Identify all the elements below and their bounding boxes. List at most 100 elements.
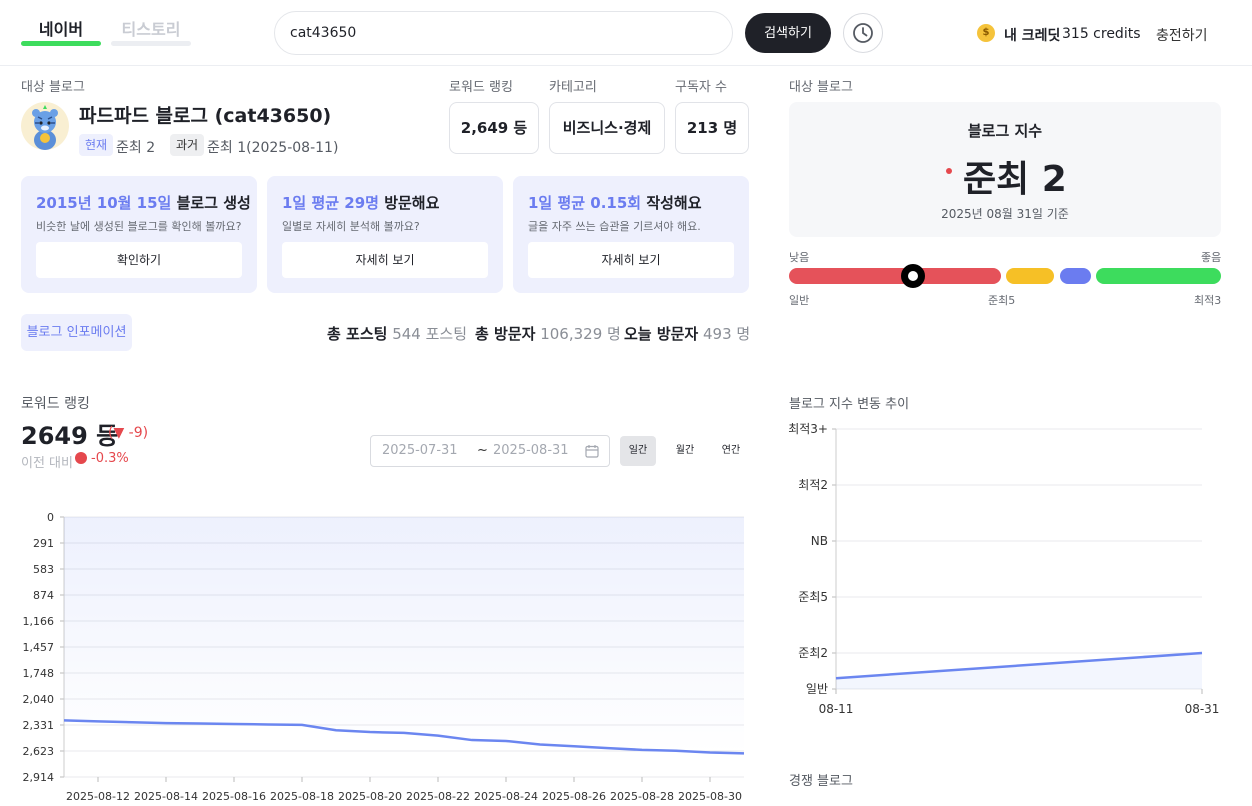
tab-naver-label: 네이버 — [38, 20, 84, 39]
target-blog-label: 대상 블로그 — [21, 80, 85, 95]
index-x-tick-label: 08-31 — [1185, 702, 1220, 716]
scale-segment-green — [1096, 268, 1221, 284]
search-button[interactable]: 검색하기 — [745, 13, 831, 53]
stat-box-subscribers: 213 명 — [675, 102, 749, 154]
period-daily[interactable]: 일간 — [620, 436, 656, 466]
index-y-tick-label: 최적3+ — [788, 422, 828, 436]
current-grade: 준최 2 — [116, 140, 156, 156]
y-tick-label: 291 — [33, 537, 54, 550]
tab-tistory[interactable]: 티스토리 — [111, 16, 191, 46]
y-tick-label: 1,457 — [23, 641, 55, 654]
index-y-tick-label: 준최2 — [798, 646, 828, 660]
today-visitors: 오늘 방문자 493 명 — [624, 323, 750, 344]
index-y-tick-label: 준최5 — [798, 590, 828, 604]
y-tick-label: 2,623 — [23, 745, 55, 758]
total-posts-label: 총 포스팅 — [327, 325, 388, 343]
x-tick-label: 2025-08-14 — [134, 790, 198, 803]
check-button[interactable]: 확인하기 — [36, 242, 242, 278]
index-y-tick-label: NB — [811, 534, 828, 548]
card-visits-title: 1일 평균 29명 방문해요 — [282, 192, 439, 213]
y-tick-label: 1,166 — [23, 615, 55, 628]
charge-button[interactable]: 충전하기 — [1156, 25, 1208, 45]
card-visits-title-text: 방문해요 — [384, 194, 440, 212]
index-panel: 블로그 지수 준최 2 2025년 08월 31일 기준 — [789, 102, 1221, 237]
index-trend-chart: 최적3+ 최적2 NB 준최5 준최2 일반 08-11 08-31 — [788, 422, 1220, 716]
stat-label-category: 카테고리 — [549, 80, 597, 95]
tab-tistory-label: 티스토리 — [121, 20, 181, 39]
blog-info-chip[interactable]: 블로그 인포메이션 — [21, 314, 132, 351]
date-from: 2025-07-31 — [382, 443, 458, 458]
scale-low-label: 낮음 — [789, 251, 810, 264]
card-visits-subtitle: 일별로 자세히 분석해 볼까요? — [282, 220, 420, 233]
scale-high-label: 좋음 — [1201, 251, 1222, 264]
tab-naver-indicator — [21, 41, 101, 46]
x-tick-label: 2025-08-16 — [202, 790, 266, 803]
total-visitors: 총 방문자 106,329 명 — [475, 323, 621, 344]
card-visits: 1일 평균 29명 방문해요 일별로 자세히 분석해 볼까요? 자세히 보기 — [267, 176, 503, 293]
scale-tick-right: 최적3 — [1194, 294, 1222, 307]
card-posts-subtitle: 글을 자주 쓰는 습관을 기르셔야 해요. — [528, 220, 701, 233]
prev-label: 이전 대비 — [21, 456, 73, 471]
index-y-tick-label: 일반 — [806, 682, 828, 696]
credits-value: 315 credits — [1062, 26, 1141, 42]
ranking-chart: 0 291 583 874 1,166 1,457 1,748 2,040 2,331 2,623… — [23, 511, 745, 803]
scale-knob — [901, 264, 925, 288]
ranking-section-label: 로워드 랭킹 — [21, 396, 90, 412]
past-grade: 준최 1(2025-08-11) — [207, 140, 339, 156]
card-posts-highlight: 1일 평균 0.15회 — [528, 194, 642, 212]
card-created-title: 2015년 10월 15일 블로그 생성 — [36, 192, 251, 213]
x-tick-label: 2025-08-24 — [474, 790, 538, 803]
tiger-avatar-icon — [32, 105, 58, 150]
stat-label-subscribers: 구독자 수 — [675, 80, 727, 95]
y-tick-label: 1,748 — [23, 667, 55, 680]
total-posts-value: 544 포스팅 — [392, 325, 468, 343]
y-tick-label: 2,331 — [23, 719, 55, 732]
index-grade: 준최 2 — [963, 159, 1067, 200]
calendar-icon — [585, 445, 599, 458]
stat-label-ranking: 로워드 랭킹 — [449, 80, 513, 95]
index-title: 블로그 지수 — [967, 122, 1043, 140]
past-chip: 과거 — [170, 134, 205, 156]
scale-segment-blue — [1060, 268, 1091, 284]
scale-tick-mid: 준최5 — [988, 294, 1016, 307]
card-visits-highlight: 1일 평균 29명 — [282, 194, 379, 212]
stat-box-ranking: 2,649 등 — [449, 102, 539, 154]
card-created-title-text: 블로그 생성 — [176, 194, 251, 212]
y-tick-label: 583 — [33, 563, 54, 576]
posts-detail-button[interactable]: 자세히 보기 — [528, 242, 734, 278]
card-created-highlight: 2015년 10월 15일 — [36, 194, 172, 212]
y-tick-label: 0 — [47, 511, 54, 524]
card-posts: 1일 평균 0.15회 작성해요 글을 자주 쓰는 습관을 기르셔야 해요. 자… — [513, 176, 749, 293]
ranking-change: (▼ -9) — [108, 425, 149, 441]
ranking-value: 2649 등 — [21, 422, 119, 450]
search-input[interactable] — [274, 11, 733, 55]
card-posts-title: 1일 평균 0.15회 작성해요 — [528, 192, 702, 213]
tab-naver[interactable]: 네이버 — [21, 16, 101, 46]
competitor-label: 경쟁 블로그 — [789, 774, 853, 789]
date-to: 2025-08-31 — [493, 443, 569, 458]
stat-box-category: 비즈니스·경제 — [549, 102, 665, 154]
y-tick-label: 874 — [33, 589, 54, 602]
period-yearly[interactable]: 연간 — [713, 436, 749, 466]
index-y-tick-label: 최적2 — [798, 478, 828, 492]
y-tick-label: 2,040 — [23, 693, 55, 706]
index-date: 2025년 08월 31일 기준 — [941, 207, 1069, 221]
prev-change-icon — [75, 452, 87, 464]
history-button[interactable] — [843, 13, 883, 53]
scale-segment-red — [789, 268, 1001, 284]
date-range-picker[interactable]: 2025-07-31 ~ 2025-08-31 — [370, 435, 610, 467]
clock-icon — [853, 23, 873, 43]
today-visitors-value: 493 명 — [703, 325, 751, 343]
blog-name: 파드파드 블로그 (cat43650) — [79, 105, 332, 127]
card-created-subtitle: 비슷한 날에 생성된 블로그를 확인해 볼까요? — [36, 220, 242, 233]
total-posts: 총 포스팅 544 포스팅 — [327, 323, 467, 344]
prev-value: -0.3% — [91, 451, 129, 466]
x-tick-label: 2025-08-22 — [406, 790, 470, 803]
x-tick-label: 2025-08-20 — [338, 790, 402, 803]
period-monthly[interactable]: 월간 — [667, 436, 703, 466]
top-bar: 네이버 티스토리 검색하기 $ 내 크레딧 315 credits 충전하기 — [0, 0, 1252, 66]
x-tick-label: 2025-08-18 — [270, 790, 334, 803]
visits-detail-button[interactable]: 자세히 보기 — [282, 242, 488, 278]
grade-dot — [946, 168, 952, 174]
scale-segment-yellow — [1006, 268, 1054, 284]
